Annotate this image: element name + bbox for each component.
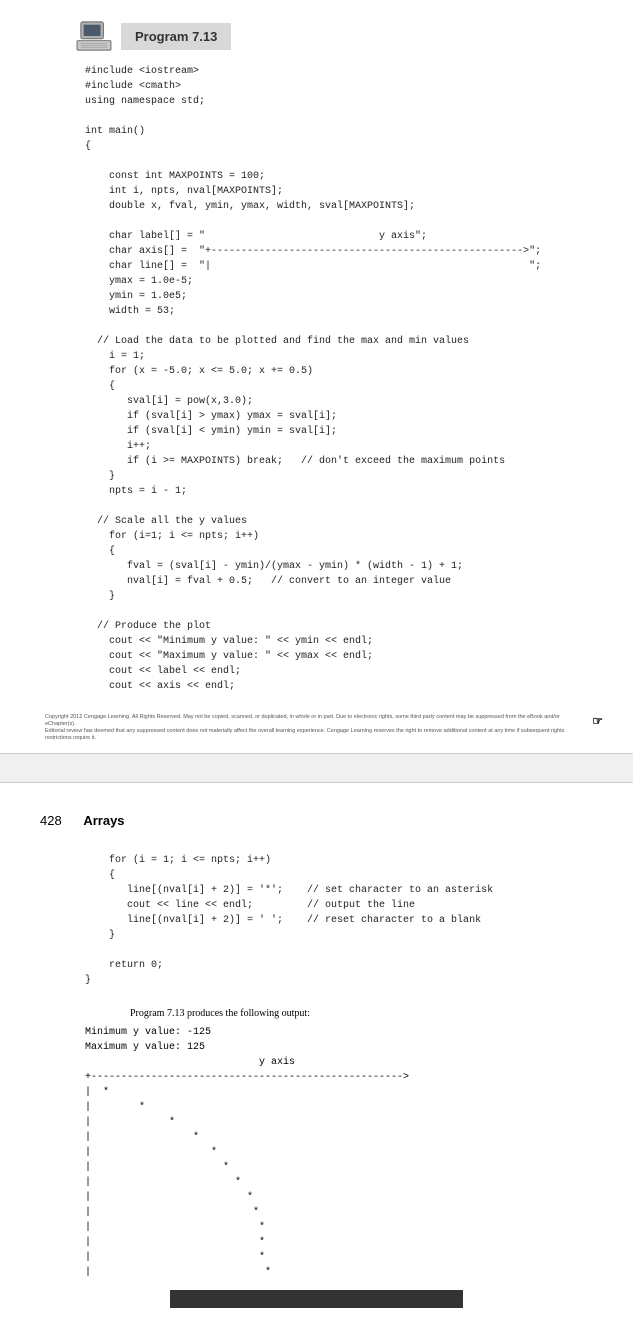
bottom-bar xyxy=(170,1290,463,1308)
page-separator xyxy=(0,753,633,783)
page-break-icon: ☞ xyxy=(592,714,603,728)
output-block: Minimum y value: -125 Maximum y value: 1… xyxy=(85,1025,603,1280)
page-1: Program 7.13 #include <iostream> #includ… xyxy=(0,0,633,753)
page-2: 428 Arrays for (i = 1; i <= npts; i++) {… xyxy=(0,783,633,1328)
computer-icon xyxy=(75,20,113,52)
program-header: Program 7.13 xyxy=(75,20,603,52)
page-header: 428 Arrays xyxy=(40,813,603,828)
code-block-2: for (i = 1; i <= npts; i++) { line[(nval… xyxy=(85,853,603,988)
page-number: 428 xyxy=(40,813,62,828)
copyright-line-2: Editorial review has deemed that any sup… xyxy=(45,728,588,742)
code-block-1: #include <iostream> #include <cmath> usi… xyxy=(85,64,603,694)
program-title: Program 7.13 xyxy=(121,23,231,50)
chapter-title: Arrays xyxy=(83,813,124,828)
output-intro: Program 7.13 produces the following outp… xyxy=(130,1008,603,1019)
copyright-line-1: Copyright 2012 Cengage Learning. All Rig… xyxy=(45,714,588,728)
copyright-notice: Copyright 2012 Cengage Learning. All Rig… xyxy=(30,714,603,743)
